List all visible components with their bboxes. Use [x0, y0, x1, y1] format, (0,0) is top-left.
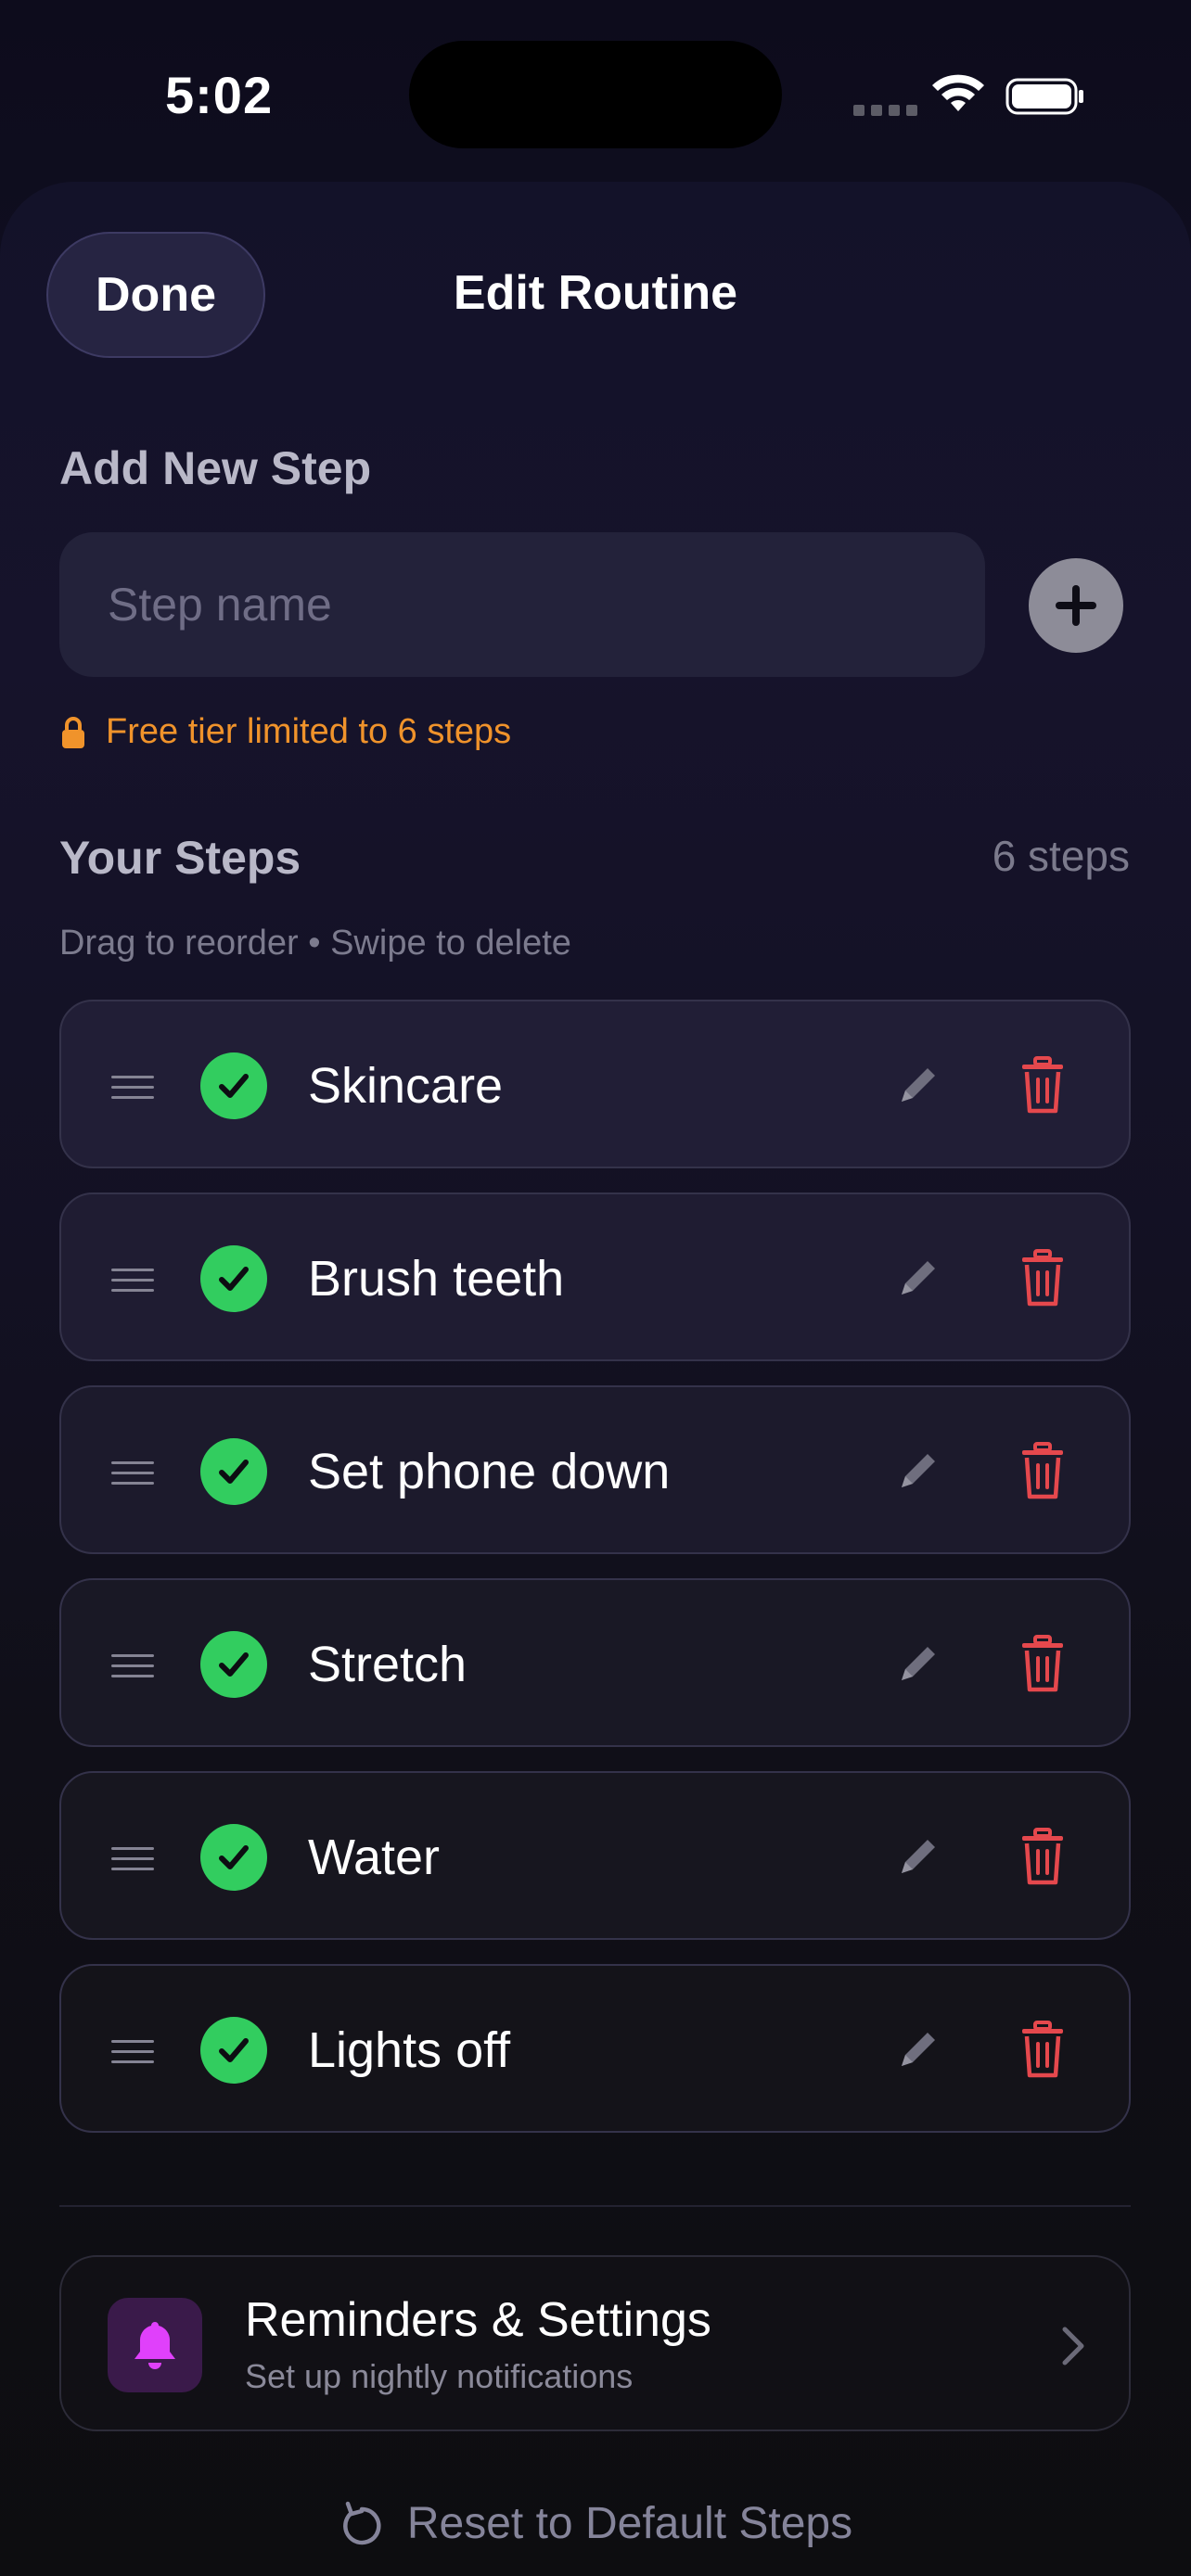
step-name: Brush teeth [308, 1251, 565, 1307]
free-tier-notice: Free tier limited to 6 steps [61, 712, 511, 752]
your-steps-title: Your Steps [59, 832, 301, 884]
plus-icon [1056, 585, 1096, 626]
add-step-button[interactable] [1029, 558, 1123, 653]
step-row[interactable]: Stretch [59, 1578, 1131, 1747]
reset-label: Reset to Default Steps [406, 2499, 853, 2548]
step-row[interactable]: Skincare [59, 1000, 1131, 1168]
pencil-icon[interactable] [892, 1059, 944, 1111]
bell-icon-container [108, 2298, 202, 2392]
step-name: Lights off [308, 2022, 511, 2078]
drag-handle-icon[interactable] [111, 1654, 154, 1678]
bell-icon [134, 2322, 175, 2369]
section-divider [59, 2205, 1131, 2207]
add-step-section-title: Add New Step [59, 442, 372, 494]
step-row[interactable]: Brush teeth [59, 1192, 1131, 1361]
trash-icon[interactable] [1018, 1055, 1067, 1115]
pencil-icon[interactable] [892, 1830, 944, 1882]
status-time: 5:02 [165, 66, 274, 124]
reset-arrow-icon [342, 2501, 381, 2544]
pencil-icon[interactable] [892, 2023, 944, 2075]
pencil-icon[interactable] [892, 1445, 944, 1497]
drag-handle-icon[interactable] [111, 1847, 154, 1871]
pencil-icon[interactable] [892, 1638, 944, 1690]
trash-icon[interactable] [1018, 1441, 1067, 1500]
step-name: Stretch [308, 1637, 467, 1692]
pencil-icon[interactable] [892, 1252, 944, 1304]
reorder-hint: Drag to reorder • Swipe to delete [59, 924, 571, 963]
checkmark-icon[interactable] [200, 1245, 267, 1312]
status-bar: 5:02 [0, 0, 1191, 185]
settings-link-title: Reminders & Settings [245, 2293, 711, 2347]
checkmark-icon[interactable] [200, 1824, 267, 1891]
chevron-right-icon [1062, 2327, 1084, 2366]
drag-handle-icon[interactable] [111, 1461, 154, 1486]
step-row[interactable]: Water [59, 1771, 1131, 1940]
checkmark-icon[interactable] [200, 2017, 267, 2084]
checkmark-icon[interactable] [200, 1631, 267, 1698]
step-name: Set phone down [308, 1444, 671, 1499]
step-row[interactable]: Set phone down [59, 1385, 1131, 1554]
settings-link-subtitle: Set up nightly notifications [245, 2357, 634, 2395]
reminders-settings-link[interactable]: Reminders & Settings Set up nightly noti… [59, 2255, 1131, 2431]
free-tier-notice-text: Free tier limited to 6 steps [106, 712, 512, 751]
trash-icon[interactable] [1018, 1827, 1067, 1886]
trash-icon[interactable] [1018, 1634, 1067, 1693]
wifi-icon [932, 74, 984, 111]
drag-handle-icon[interactable] [111, 2040, 154, 2064]
edit-routine-screen: 5:02 Done Edit Routine Add New Step Step… [0, 0, 1191, 2576]
step-name: Water [308, 1830, 441, 1885]
trash-icon[interactable] [1018, 2020, 1067, 2079]
checkmark-icon[interactable] [200, 1438, 267, 1505]
checkmark-icon[interactable] [200, 1052, 267, 1119]
step-name-input[interactable] [59, 532, 985, 677]
dynamic-island [409, 41, 782, 148]
page-title: Edit Routine [453, 266, 738, 320]
battery-icon [1005, 78, 1083, 115]
done-button[interactable]: Done [46, 232, 265, 358]
step-name: Skincare [308, 1058, 504, 1114]
drag-handle-icon[interactable] [111, 1076, 154, 1100]
cellular-signal-icon [853, 105, 917, 116]
reset-default-steps-button[interactable]: Reset to Default Steps [0, 2498, 1191, 2549]
step-row[interactable]: Lights off [59, 1964, 1131, 2133]
steps-count: 6 steps [992, 832, 1130, 880]
trash-icon[interactable] [1018, 1248, 1067, 1307]
drag-handle-icon[interactable] [111, 1269, 154, 1293]
lock-icon [62, 716, 84, 748]
